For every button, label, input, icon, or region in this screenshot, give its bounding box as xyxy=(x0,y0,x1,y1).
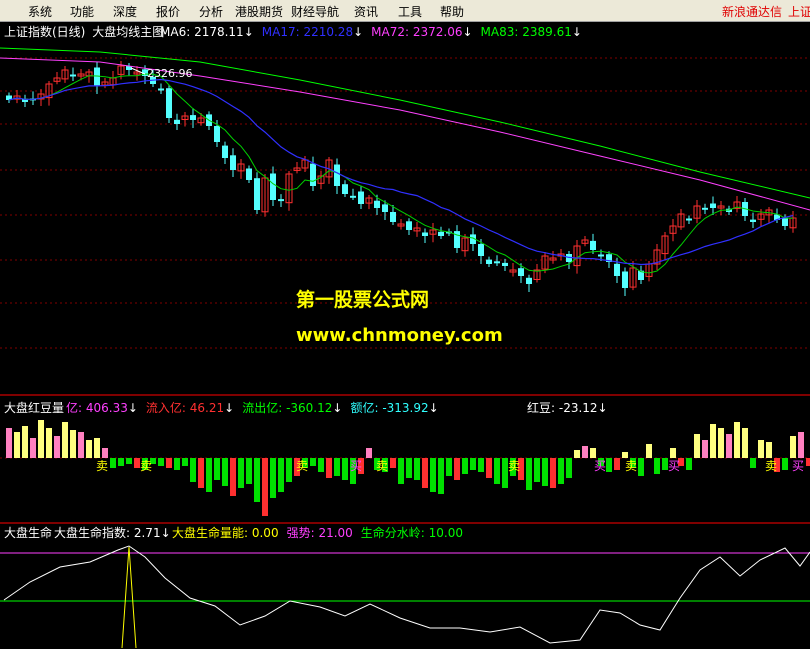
down-arrow-icon: ↓ xyxy=(429,401,439,415)
life-index-item-label-0: 大盘生命指数: xyxy=(54,525,134,540)
sell-signal: 卖 xyxy=(765,459,777,473)
moving-average-lines xyxy=(0,47,810,274)
buy-signal: 买 xyxy=(594,459,606,473)
down-arrow-icon: ↓ xyxy=(224,401,234,415)
watermark-title: 第一股票公式网 xyxy=(296,288,429,311)
brand-index-label: 上证 xyxy=(788,5,810,19)
life-legend-item-label-2: 生命分水岭: xyxy=(361,525,429,540)
brand-name: 新浪通达信 xyxy=(722,5,783,19)
ma-legend-item-label-0: MA6: xyxy=(160,25,194,39)
ma-legend-item-value-2: 2372.06 xyxy=(413,25,463,39)
down-arrow-icon: ↓ xyxy=(353,25,363,39)
menu-help[interactable]: 帮助 xyxy=(440,3,464,20)
red-bean-item: 红豆: -23.12↓ xyxy=(527,400,608,415)
sell-signal: 卖 xyxy=(376,459,388,473)
mid-legend-item-label-2: 流出亿: xyxy=(242,400,286,415)
menu-hk-futures[interactable]: 港股期货 xyxy=(235,3,283,20)
down-arrow-icon: ↓ xyxy=(598,401,608,415)
ma-legend-item-value-0: 2178.11 xyxy=(194,25,244,39)
buy-signal: 买 xyxy=(350,459,362,473)
ma-legend: MA6: 2178.11↓ MA17: 2210.28↓ MA72: 2372.06… xyxy=(160,25,582,39)
life-index-item-value-0: 2.71 xyxy=(134,526,161,540)
mid-legend-item: 亿: 406.33↓ 流入亿: 46.21↓ 流出亿: -360.12↓ 额亿: -3… xyxy=(66,400,439,415)
menu-system[interactable]: 系统 xyxy=(28,3,52,20)
life-index-item: 大盘生命指数: 2.71↓ xyxy=(54,525,171,540)
chart-area[interactable]: 上证指数(日线) 大盘均线主图 MA6: 2178.11↓ MA17: 2210.… xyxy=(0,22,810,649)
down-arrow-icon: ↓ xyxy=(244,25,254,39)
watermark-url: www.chnmoney.com xyxy=(296,325,503,346)
menu-quote[interactable]: 报价 xyxy=(156,3,180,20)
menu-tools[interactable]: 工具 xyxy=(398,3,422,20)
life-volume-spike xyxy=(121,546,137,649)
mid-panel-name: 大盘红豆量 xyxy=(4,400,64,415)
mid-legend-item-label-1: 流入亿: xyxy=(146,400,190,415)
mid-legend-item-value-2: -360.12 xyxy=(286,401,332,415)
sell-signal: 卖 xyxy=(625,459,637,473)
ma-legend-item-label-1: MA17: xyxy=(262,25,304,39)
life-legend-item-value-2: 10.00 xyxy=(429,526,463,540)
down-arrow-icon: ↓ xyxy=(161,526,171,540)
menu-bar: 系统 功能 深度 报价 分析 港股期货 财经导航 资讯 工具 帮助 新浪通达信 … xyxy=(0,0,810,22)
sell-signal: 卖 xyxy=(508,459,520,473)
bottom-panel-name: 大盘生命 xyxy=(4,525,52,540)
mid-legend-item-value-0: 406.33 xyxy=(86,401,128,415)
bottom-panel-legend: 大盘生命指数: 2.71↓ 大盘生命量能: 0.00 强势: 21.00 生命分水岭:… xyxy=(54,525,463,540)
down-arrow-icon: ↓ xyxy=(462,25,472,39)
buy-signal: 买 xyxy=(668,459,680,473)
life-legend-item-value-0: 0.00 xyxy=(252,526,279,540)
menu-function[interactable]: 功能 xyxy=(70,3,94,20)
ma-legend-item-value-1: 2210.28 xyxy=(303,25,353,39)
menu-analysis[interactable]: 分析 xyxy=(199,3,223,20)
ma-legend-item-label-3: MA83: xyxy=(481,25,523,39)
life-legend-item-value-1: 21.00 xyxy=(318,526,352,540)
sell-signal: 卖 xyxy=(96,459,108,473)
life-legend-item: 大盘生命量能: 0.00 强势: 21.00 生命分水岭: 10.00 xyxy=(172,525,463,540)
down-arrow-icon: ↓ xyxy=(572,25,582,39)
life-index-panel xyxy=(0,545,810,649)
sell-signal: 卖 xyxy=(140,459,152,473)
ma-legend-item-value-3: 2389.61 xyxy=(522,25,572,39)
main-panel-header: 上证指数(日线) 大盘均线主图 xyxy=(4,24,164,39)
high-price-marker: 2326.96 xyxy=(147,67,193,80)
life-index-line xyxy=(3,545,810,644)
menu-news[interactable]: 资讯 xyxy=(354,3,378,20)
index-name: 上证指数(日线) xyxy=(4,24,85,39)
buy-signal: 买 xyxy=(792,459,804,473)
red-bean-item-label-0: 红豆: xyxy=(527,400,559,415)
candlestick-series xyxy=(6,61,797,296)
menu-finance-nav[interactable]: 财经导航 xyxy=(291,3,339,20)
life-legend-item-label-1: 强势: xyxy=(287,526,319,540)
ma-legend-item-label-2: MA72: xyxy=(371,25,413,39)
mid-panel-legend: 亿: 406.33↓ 流入亿: 46.21↓ 流出亿: -360.12↓ 额亿: -3… xyxy=(66,400,608,415)
down-arrow-icon: ↓ xyxy=(128,401,138,415)
mid-legend-item-label-3: 额亿: xyxy=(350,400,382,415)
red-bean-volume-bars xyxy=(6,420,810,516)
life-legend-item-label-0: 大盘生命量能: xyxy=(172,525,252,540)
formula-name: 大盘均线主图 xyxy=(92,24,164,39)
mid-legend-item-value-1: 46.21 xyxy=(190,401,224,415)
menu-depth[interactable]: 深度 xyxy=(113,3,137,20)
mid-legend-item-value-3: -313.92 xyxy=(382,401,428,415)
ma-legend-item: MA6: 2178.11↓ MA17: 2210.28↓ MA72: 2372.06… xyxy=(160,25,582,39)
down-arrow-icon: ↓ xyxy=(332,401,342,415)
sell-signal: 卖 xyxy=(296,459,308,473)
mid-legend-item-label-0: 亿: xyxy=(66,400,86,415)
red-bean-item-value-0: -23.12 xyxy=(559,401,598,415)
